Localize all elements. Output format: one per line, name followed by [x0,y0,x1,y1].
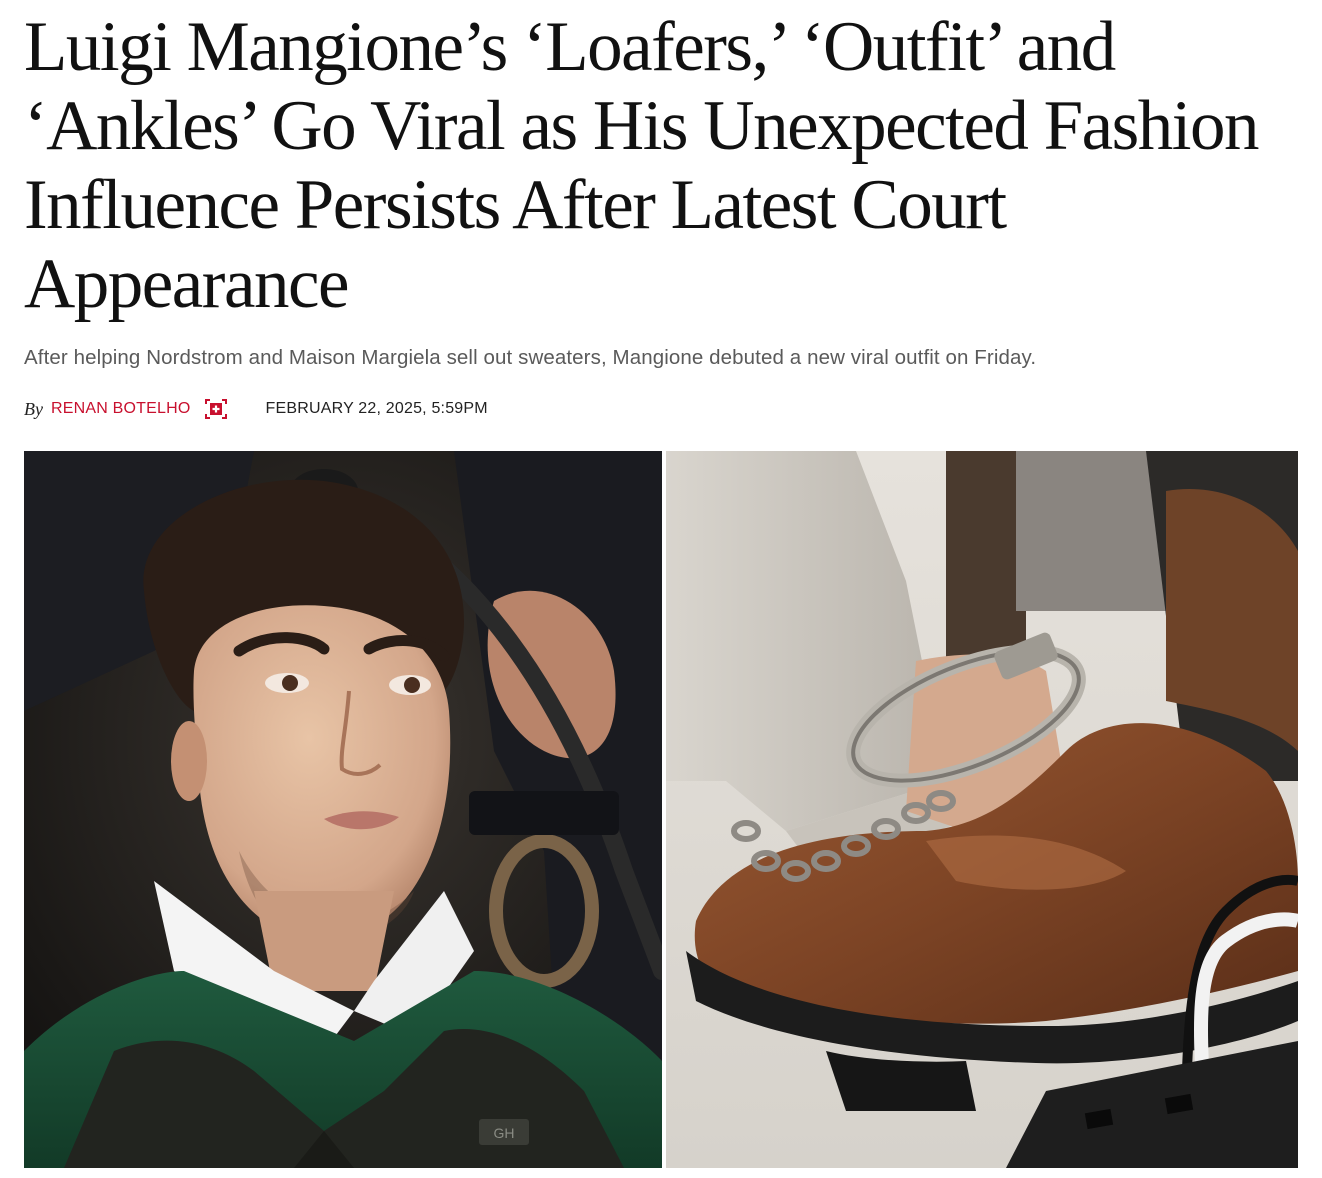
byline-prefix: By [24,398,43,419]
plus-square-icon[interactable] [204,398,228,420]
hero-image: GH [24,451,1298,1168]
byline: By RENAN BOTELHO FEBRUARY 22, 2025, 5:59… [24,397,1298,421]
article: Luigi Mangione’s ‘Loafers,’ ‘Outfit’ and… [24,0,1298,421]
article-dek: After helping Nordstrom and Maison Margi… [24,346,1037,369]
publish-date: FEBRUARY 22, 2025, 5:59PM [265,400,488,417]
author-link[interactable]: RENAN BOTELHO [51,400,191,418]
vest-logo: GH [494,1125,515,1141]
hero-right-photo [666,451,1298,1168]
hero-left-photo: GH [24,451,662,1168]
article-headline: Luigi Mangione’s ‘Loafers,’ ‘Outfit’ and… [24,8,1259,323]
